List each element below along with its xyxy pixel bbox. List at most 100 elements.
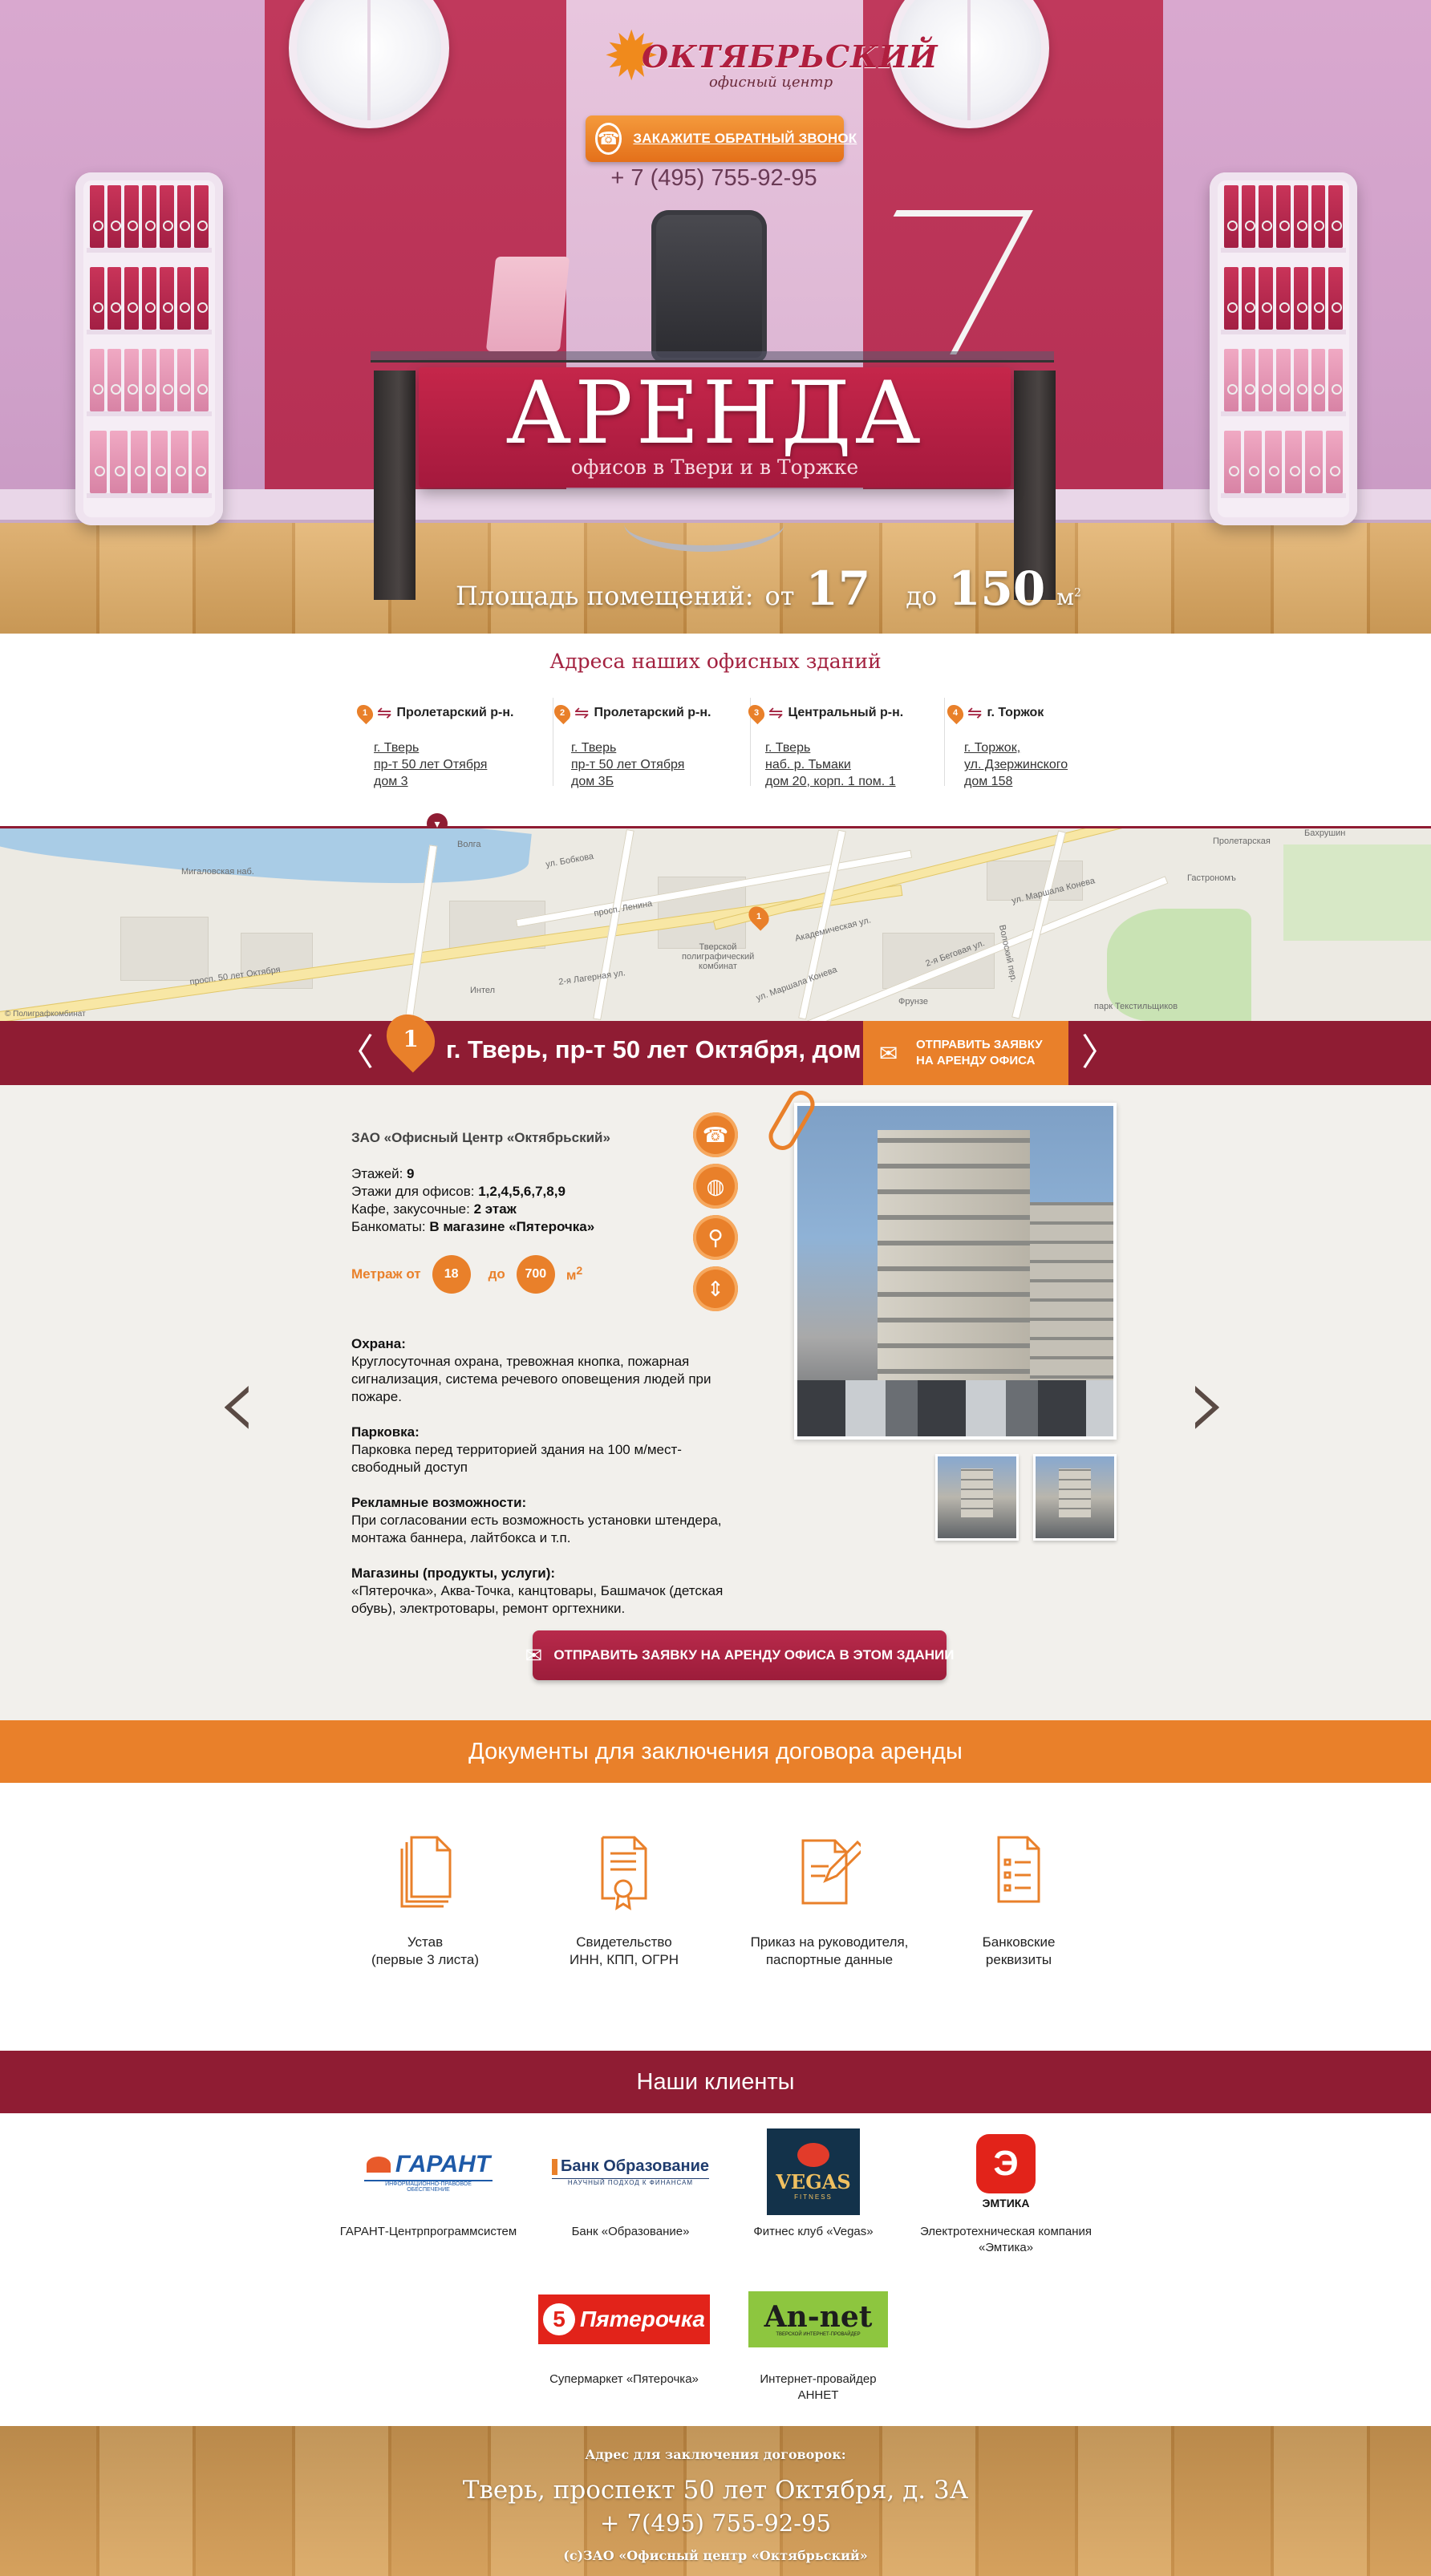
phone-icon[interactable]: ☎ bbox=[693, 1112, 738, 1157]
footer: Адрес для заключения договорок: Тверь, п… bbox=[0, 2426, 1431, 2576]
hero-title: АРЕНДА bbox=[505, 363, 924, 464]
send-paper-icon: ✉ bbox=[525, 1642, 543, 1667]
chevron-right-icon[interactable]: 〉 bbox=[1081, 1034, 1118, 1071]
area-label: Площадь помещений: bbox=[456, 581, 754, 611]
bicycle-icon[interactable]: ⚲ bbox=[693, 1215, 738, 1260]
building-facts: Этажей: 9 Этажи для офисов: 1,2,4,5,6,7,… bbox=[351, 1165, 594, 1236]
brand-logo[interactable]: ✹ ОКТЯБРЬСКИЙ офисный центр bbox=[603, 22, 937, 93]
client-logo-annet: An-net ТВЕРСКОЙ ИНТЕРНЕТ-ПРОВАЙДЕР bbox=[722, 2275, 914, 2363]
send-rent-request-button[interactable]: ✉ ОТПРАВИТЬ ЗАЯВКУ НА АРЕНДУ ОФИСА В ЭТО… bbox=[525, 1630, 954, 1680]
desk-leg-left bbox=[374, 371, 416, 600]
fact-row: Банкоматы: В магазине «Пятерочка» bbox=[351, 1219, 595, 1234]
map-label: парк Текстильщиков bbox=[1094, 1002, 1178, 1011]
building-address: г. Тверь, пр-т 50 лет Октября, дом 3 bbox=[446, 1035, 882, 1063]
address-line[interactable]: дом 158 bbox=[964, 773, 1144, 790]
address-line[interactable]: г. Тверь bbox=[374, 739, 553, 756]
brand-name: ОКТЯБРЬСКИЙ bbox=[642, 38, 938, 75]
map-label: Фрунзе bbox=[898, 997, 928, 1007]
client-logo-pyaterochka: 5 Пятерочка bbox=[528, 2275, 720, 2363]
map-pin-icon: 3 bbox=[744, 701, 768, 725]
building-thumbnail[interactable] bbox=[1033, 1454, 1117, 1541]
client-logo-bank-obrazovanie: Банк Образование НАУЧНЫЙ ПОДХОД К ФИНАНС… bbox=[534, 2128, 727, 2216]
desk-top-illustration bbox=[371, 351, 1054, 363]
client-caption: Фитнес клуб «Vegas» bbox=[753, 2225, 874, 2238]
map-label: Пролетарская bbox=[1213, 836, 1271, 846]
address-district: Центральный р-н. bbox=[788, 706, 904, 719]
metr-to-label: до bbox=[488, 1266, 505, 1282]
address-card-3[interactable]: 3 ⇋ Центральный р-н. г. Тверь наб. р. Ть… bbox=[744, 698, 945, 788]
map-label: Гастрономъ bbox=[1187, 873, 1236, 883]
route-icon: ⇋ bbox=[377, 703, 392, 723]
footer-copyright: (c)ЗАО «Офисный центр «Октябрьский» bbox=[563, 2548, 868, 2563]
document-list-icon bbox=[987, 1834, 1050, 1911]
building-photo[interactable] bbox=[794, 1103, 1117, 1440]
laptop-illustration bbox=[485, 257, 570, 351]
route-icon: ⇋ bbox=[574, 703, 590, 723]
header-phone[interactable]: + 7 (495) 755-92-95 bbox=[561, 165, 866, 192]
address-line[interactable]: дом 3 bbox=[374, 773, 553, 790]
route-icon: ⇋ bbox=[967, 703, 983, 723]
address-card-4[interactable]: 4 ⇋ г. Торжок г. Торжок, ул. Дзержинског… bbox=[943, 698, 1144, 788]
document-label: Свидетельство ИНН, КПП, ОГРН bbox=[569, 1934, 679, 1967]
address-line[interactable]: г. Тверь bbox=[765, 739, 944, 756]
client-item[interactable]: ГАРАНТ ИНФОРМАЦИОННО-ПРАВОВОЕ ОБЕСПЕЧЕНИ… bbox=[332, 2128, 525, 2240]
metr-to-value: 700 bbox=[516, 1255, 555, 1294]
map-pin-icon: 4 bbox=[943, 701, 967, 725]
address-card-1[interactable]: 1 ⇋ Пролетарский р-н. г. Тверь пр-т 50 л… bbox=[353, 698, 553, 788]
fact-row: Кафе, закусочные: 2 этаж bbox=[351, 1201, 517, 1217]
building-info-blocks: Охрана: Круглосуточная охрана, тревожная… bbox=[351, 1335, 752, 1635]
map-label: ул. Маршала Конева bbox=[755, 965, 839, 1003]
route-icon: ⇋ bbox=[768, 703, 784, 723]
office-chair-illustration bbox=[651, 210, 767, 363]
footer-address: Тверь, проспект 50 лет Октября, д. 3А bbox=[462, 2476, 969, 2505]
client-item[interactable]: 5 Пятерочка Супермаркет «Пятерочка» bbox=[528, 2275, 720, 2388]
addresses-title: Адреса наших офисных зданий bbox=[549, 650, 882, 673]
chevron-left-icon[interactable]: ‹ bbox=[217, 1350, 258, 1454]
address-line[interactable]: пр-т 50 лет Отября bbox=[571, 756, 750, 773]
client-item[interactable]: An-net ТВЕРСКОЙ ИНТЕРНЕТ-ПРОВАЙДЕР Интер… bbox=[722, 2275, 914, 2404]
client-item[interactable]: Э ЭМТИКА Электротехническая компания «Эм… bbox=[910, 2128, 1102, 2256]
fact-row: Этажи для офисов: 1,2,4,5,6,7,8,9 bbox=[351, 1184, 566, 1199]
document-label: Приказ на руководителя, паспортные данны… bbox=[750, 1934, 909, 1967]
brand-subtitle: офисный центр bbox=[709, 74, 833, 91]
globe-icon[interactable]: ◍ bbox=[693, 1164, 738, 1209]
address-line[interactable]: ул. Дзержинского bbox=[964, 756, 1144, 773]
address-card-2[interactable]: 2 ⇋ Пролетарский р-н. г. Тверь пр-т 50 л… bbox=[550, 698, 751, 788]
client-caption: Электротехническая компания «Эмтика» bbox=[919, 2225, 1093, 2254]
client-item[interactable]: Банк Образование НАУЧНЫЙ ПОДХОД К ФИНАНС… bbox=[534, 2128, 727, 2240]
map-label: 2-я Лагерная ул. bbox=[557, 968, 626, 987]
client-item[interactable]: VEGAS FITNESS Фитнес клуб «Vegas» bbox=[717, 2128, 910, 2240]
address-district: г. Торжок bbox=[987, 706, 1044, 719]
building-thumbnail[interactable] bbox=[935, 1454, 1019, 1541]
map-pin-icon: 2 bbox=[550, 701, 574, 725]
client-caption: Банк «Образование» bbox=[571, 2225, 690, 2238]
certificate-icon bbox=[593, 1834, 655, 1911]
address-line[interactable]: пр-т 50 лет Отября bbox=[374, 756, 553, 773]
callback-button[interactable]: ☎ ЗАКАЖИТЕ ОБРАТНЫЙ ЗВОНОК bbox=[586, 115, 857, 162]
info-block-shops: Магазины (продукты, услуги): «Пятерочка»… bbox=[351, 1565, 724, 1616]
elevator-icon[interactable]: ⇕ bbox=[693, 1266, 738, 1311]
address-line[interactable]: наб. р. Тьмаки bbox=[765, 756, 944, 773]
address-district: Пролетарский р-н. bbox=[594, 706, 711, 719]
rent-request-button[interactable]: ✉ ОТПРАВИТЬ ЗАЯВКУ НА АРЕНДУ ОФИСА bbox=[863, 1021, 1068, 1085]
documents-section: Устав (первые 3 листа) Свидетельство ИНН… bbox=[0, 1783, 1431, 2051]
document-item: Свидетельство ИНН, КПП, ОГРН bbox=[536, 1834, 712, 1969]
hero-section: ✹ ОКТЯБРЬСКИЙ офисный центр ☎ ЗАКАЖИТЕ О… bbox=[0, 0, 1431, 634]
area-to-value: 150 bbox=[948, 561, 1046, 616]
address-line[interactable]: дом 3Б bbox=[571, 773, 750, 790]
area-range: Площадь помещений: от 17 до 150 м2 bbox=[456, 561, 1081, 618]
chevron-right-icon[interactable]: › bbox=[1187, 1350, 1229, 1454]
pages-stack-icon bbox=[394, 1834, 456, 1911]
chevron-left-icon[interactable]: 〈 bbox=[337, 1034, 374, 1071]
clients-header: Наши клиенты bbox=[0, 2051, 1431, 2113]
footer-phone[interactable]: + 7(495) 755-92-95 bbox=[0, 2509, 1431, 2537]
address-line[interactable]: дом 20, корп. 1 пом. 1 bbox=[765, 773, 944, 790]
address-line[interactable]: г. Торжок, bbox=[964, 739, 1144, 756]
metr-from-value: 18 bbox=[432, 1255, 471, 1294]
map-copyright: © Полиграфкомбинат bbox=[5, 1010, 86, 1019]
client-caption: Интернет-провайдер АННЕТ bbox=[760, 2372, 877, 2402]
phone-icon: ☎ bbox=[595, 123, 622, 155]
city-map[interactable]: Волга Мигаловская наб. ул. Бобкова просп… bbox=[0, 828, 1431, 1021]
hero-subtitle: офисов в Твери и в Торжке bbox=[570, 456, 859, 479]
address-line[interactable]: г. Тверь bbox=[571, 739, 750, 756]
